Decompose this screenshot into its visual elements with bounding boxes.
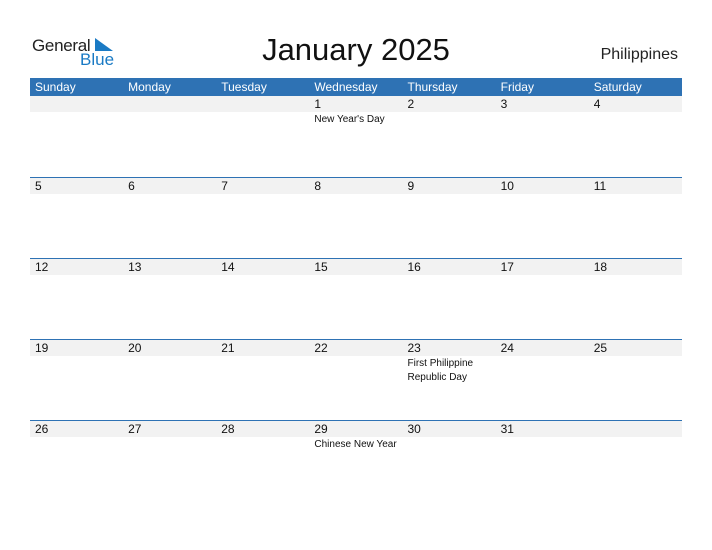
day-cell: 13	[123, 259, 216, 275]
calendar-grid: Sunday Monday Tuesday Wednesday Thursday…	[30, 78, 682, 501]
day-number: 23	[407, 341, 421, 355]
day-cell: 24	[496, 340, 589, 384]
day-number: 5	[35, 179, 42, 193]
holiday-label: Chinese New Year	[314, 439, 397, 450]
day-cell: 16	[403, 259, 496, 275]
day-number: 6	[128, 179, 135, 193]
day-number: 26	[35, 422, 49, 436]
day-number: 24	[500, 341, 514, 355]
day-number: 18	[593, 260, 608, 274]
week-row: 5 6 7 8 9 10 11	[30, 177, 682, 258]
day-number: 27	[128, 422, 142, 436]
day-cell: 5	[30, 178, 123, 194]
day-cell	[123, 96, 216, 127]
day-cell: 4	[589, 96, 682, 127]
day-number: 28	[221, 422, 235, 436]
day-number: 4	[593, 97, 601, 111]
day-cell: 22	[309, 340, 402, 384]
week-row: 1 New Year's Day 2 3 4	[30, 96, 682, 177]
day-cell: 6	[123, 178, 216, 194]
day-number: 11	[593, 179, 607, 193]
day-number: 2	[407, 97, 415, 111]
day-number	[128, 96, 216, 112]
day-cell: 2	[403, 96, 496, 127]
week-row: 19 20 21 22 23 First Philippine Republic Day 2…	[30, 339, 682, 420]
day-cell: 31	[496, 421, 589, 452]
day-number: 8	[314, 179, 322, 193]
day-cell: 29 Chinese New Year	[309, 421, 402, 452]
day-cell: 30	[403, 421, 496, 452]
weekday-monday: Monday	[128, 80, 171, 94]
day-cell: 9	[403, 178, 496, 194]
day-cell: 21	[216, 340, 309, 384]
day-number: 16	[407, 260, 421, 274]
day-number: 10	[500, 179, 514, 193]
day-number	[35, 96, 123, 112]
day-cell: 15	[309, 259, 402, 275]
day-number: 22	[314, 341, 328, 355]
day-number: 9	[407, 179, 415, 193]
day-cell: 12	[30, 259, 123, 275]
day-number: 17	[500, 260, 514, 274]
day-cell: 25	[589, 340, 682, 384]
day-number: 19	[35, 341, 49, 355]
day-cell: 19	[30, 340, 123, 384]
day-number	[221, 96, 309, 112]
day-cell: 17	[496, 259, 589, 275]
weekday-thursday: Thursday	[407, 80, 458, 94]
day-cell: 27	[123, 421, 216, 452]
week-row: 12 13 14 15 16 17 18	[30, 258, 682, 339]
day-number: 7	[221, 179, 228, 193]
day-cell: 10	[496, 178, 589, 194]
day-number: 12	[35, 260, 49, 274]
day-number: 20	[128, 341, 142, 355]
day-number	[594, 421, 682, 437]
day-number: 15	[314, 260, 328, 274]
day-number: 25	[593, 341, 608, 355]
day-number: 13	[128, 260, 142, 274]
day-cell: 20	[123, 340, 216, 384]
day-cell: 11	[589, 178, 682, 194]
day-cell: 26	[30, 421, 123, 452]
day-cell: 1 New Year's Day	[309, 96, 402, 127]
day-cell: 8	[309, 178, 402, 194]
day-number: 29	[314, 422, 328, 436]
country-label: Philippines	[600, 46, 678, 63]
day-cell: 18	[589, 259, 682, 275]
day-number: 14	[221, 260, 235, 274]
week-row: 26 27 28 29 Chinese New Year 30 31	[30, 420, 682, 501]
day-number: 1	[314, 97, 322, 111]
day-cell	[216, 96, 309, 127]
holiday-label: First Philippine Republic Day	[407, 358, 474, 383]
weekday-header: Sunday Monday Tuesday Wednesday Thursday…	[30, 78, 682, 96]
day-number: 21	[221, 341, 235, 355]
day-cell: 28	[216, 421, 309, 452]
weekday-saturday: Saturday	[593, 80, 642, 94]
day-cell: 23 First Philippine Republic Day	[403, 340, 496, 384]
day-cell: 3	[496, 96, 589, 127]
day-cell	[30, 96, 123, 127]
day-number: 31	[500, 422, 514, 436]
day-cell	[589, 421, 682, 452]
weekday-sunday: Sunday	[35, 80, 76, 94]
day-cell: 14	[216, 259, 309, 275]
holiday-label: New Year's Day	[314, 114, 385, 125]
day-cell: 7	[216, 178, 309, 194]
weekday-tuesday: Tuesday	[221, 80, 267, 94]
day-number: 30	[407, 422, 421, 436]
weekday-wednesday: Wednesday	[314, 80, 378, 94]
day-number: 3	[500, 97, 508, 111]
weekday-friday: Friday	[500, 80, 534, 94]
